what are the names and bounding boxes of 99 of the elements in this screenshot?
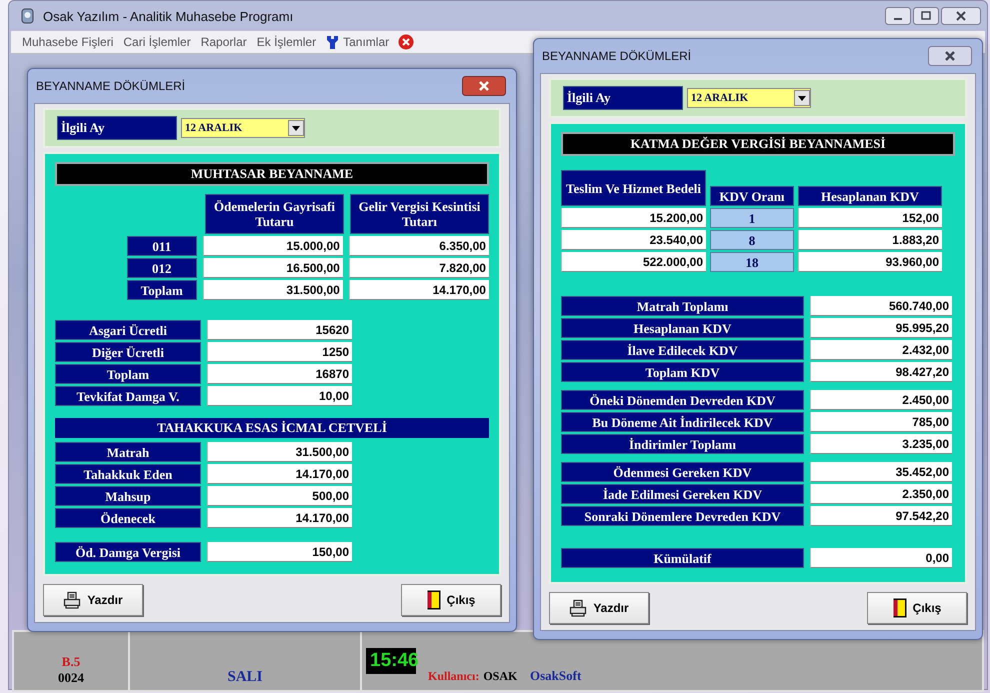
- value-field: 2.450,00: [810, 390, 952, 410]
- row-label: 012: [127, 258, 197, 278]
- value-field: 1.883,20: [798, 230, 942, 250]
- field-label: Hesaplanan KDV: [561, 318, 804, 338]
- rate-cell: 18: [710, 252, 794, 272]
- dialog-title: BEYANNAME DÖKÜMLERİ: [35, 79, 186, 93]
- value-field: 35.452,00: [810, 462, 952, 482]
- window-title: Osak Yazılım - Analitik Muhasebe Programı: [43, 8, 294, 24]
- value-field: 31.500,00: [202, 280, 343, 300]
- menu-item[interactable]: Ek İşlemler: [252, 35, 322, 49]
- column-header: Ödemelerin Gayrisafi Tutaru: [205, 194, 344, 234]
- value-field: 10,00: [207, 386, 352, 406]
- field-label: İlgili Ay: [563, 86, 683, 110]
- field-label: İade Edilmesi Gereken KDV: [561, 484, 804, 504]
- close-button[interactable]: [928, 46, 972, 66]
- field-label: Kümülatif: [561, 548, 804, 568]
- value-field: 500,00: [207, 486, 352, 506]
- column-header: Gelir Vergisi Kesintisi Tutarı: [350, 194, 489, 234]
- section-title: KATMA DEĞER VERGİSİ BEYANNAMESİ: [561, 132, 955, 156]
- value-field: 14.170,00: [207, 464, 352, 484]
- status-number: 0024: [58, 670, 84, 686]
- close-button[interactable]: [462, 76, 506, 96]
- company-name: OsakSoft: [530, 668, 582, 684]
- rate-cell: 1: [710, 208, 794, 228]
- value-field: 522.000,00: [561, 252, 706, 272]
- column-header: KDV Oranı: [710, 186, 794, 206]
- print-button[interactable]: Yazdır: [549, 592, 649, 624]
- value-field: 95.995,20: [810, 318, 952, 338]
- field-label: Tahakkuk Eden: [55, 464, 201, 484]
- field-label: Matrah Toplamı: [561, 296, 804, 316]
- close-icon: [398, 34, 414, 50]
- dialog-title: BEYANNAME DÖKÜMLERİ: [541, 49, 692, 63]
- exit-button[interactable]: Çıkış: [401, 584, 501, 616]
- field-label: Diğer Ücretli: [55, 342, 201, 362]
- value-field: 15.000,00: [202, 236, 343, 256]
- column-header: Teslim Ve Hizmet Bedeli: [561, 170, 706, 206]
- user-name: OSAK: [483, 669, 518, 684]
- field-label: Toplam KDV: [561, 362, 804, 382]
- printer-icon: [569, 599, 588, 617]
- value-field: 3.235,00: [810, 434, 952, 454]
- field-label: Öd. Damga Vergisi: [55, 542, 201, 562]
- door-icon: [892, 598, 907, 618]
- month-dropdown[interactable]: 12 ARALIK: [181, 118, 305, 138]
- value-field: 2.350,00: [810, 484, 952, 504]
- menu-item[interactable]: Cari İşlemler: [118, 35, 196, 49]
- value-field: 1250: [207, 342, 352, 362]
- value-field: 16.500,00: [202, 258, 343, 278]
- field-label: Asgari Ücretli: [55, 320, 201, 340]
- field-label: İlgili Ay: [57, 116, 177, 140]
- tool-icon: [326, 35, 340, 49]
- status-code: B.5: [62, 654, 80, 670]
- value-field: 2.432,00: [810, 340, 952, 360]
- menu-item[interactable]: Tanımlar: [321, 35, 394, 49]
- value-field: 23.540,00: [561, 230, 706, 250]
- rate-cell: 8: [710, 230, 794, 250]
- menu-item[interactable]: Muhasebe Fişleri: [17, 35, 118, 49]
- minimize-icon: [885, 7, 911, 25]
- printer-icon: [63, 591, 82, 609]
- value-field: 98.427,20: [810, 362, 952, 382]
- value-field: 31.500,00: [207, 442, 352, 462]
- field-label: Ödenecek: [55, 508, 201, 528]
- field-label: Matrah: [55, 442, 201, 462]
- field-label: Mahsup: [55, 486, 201, 506]
- value-field: 152,00: [798, 208, 942, 228]
- maximize-icon: [913, 7, 939, 25]
- print-button[interactable]: Yazdır: [43, 584, 143, 616]
- field-label: İndirimler Toplamı: [561, 434, 804, 454]
- section-title: MUHTASAR BEYANNAME: [55, 162, 489, 186]
- field-label: Toplam: [55, 364, 201, 384]
- close-icon: [941, 7, 981, 25]
- value-field: 785,00: [810, 412, 952, 432]
- value-field: 14.170,00: [348, 280, 489, 300]
- door-icon: [426, 590, 441, 610]
- field-label: Tevkifat Damga V.: [55, 386, 201, 406]
- field-label: Bu Döneme Ait İndirilecek KDV: [561, 412, 804, 432]
- row-label: 011: [127, 236, 197, 256]
- value-field: 560.740,00: [810, 296, 952, 316]
- section-title: TAHAKKUKA ESAS İCMAL CETVELİ: [55, 418, 489, 438]
- row-label: Toplam: [127, 280, 197, 300]
- value-field: 16870: [207, 364, 352, 384]
- field-label: İlave Edilecek KDV: [561, 340, 804, 360]
- month-dropdown[interactable]: 12 ARALIK: [687, 88, 811, 108]
- user-label: Kullanıcı:: [428, 669, 480, 684]
- value-field: 7.820,00: [348, 258, 489, 278]
- day-label: SALI: [227, 669, 263, 686]
- value-field: 15620: [207, 320, 352, 340]
- menu-item[interactable]: Raporlar: [196, 35, 252, 49]
- value-field: 14.170,00: [207, 508, 352, 528]
- value-field: 6.350,00: [348, 236, 489, 256]
- exit-button[interactable]: Çıkış: [867, 592, 967, 624]
- column-header: Hesaplanan KDV: [798, 186, 942, 206]
- value-field: 93.960,00: [798, 252, 942, 272]
- field-label: Sonraki Dönemlere Devreden KDV: [561, 506, 804, 526]
- value-field: 97.542,20: [810, 506, 952, 526]
- field-label: Öneki Dönemden Devreden KDV: [561, 390, 804, 410]
- field-label: Ödenmesi Gereken KDV: [561, 462, 804, 482]
- value-field: 15.200,00: [561, 208, 706, 228]
- value-field: 150,00: [207, 542, 352, 562]
- value-field: 0,00: [810, 548, 952, 568]
